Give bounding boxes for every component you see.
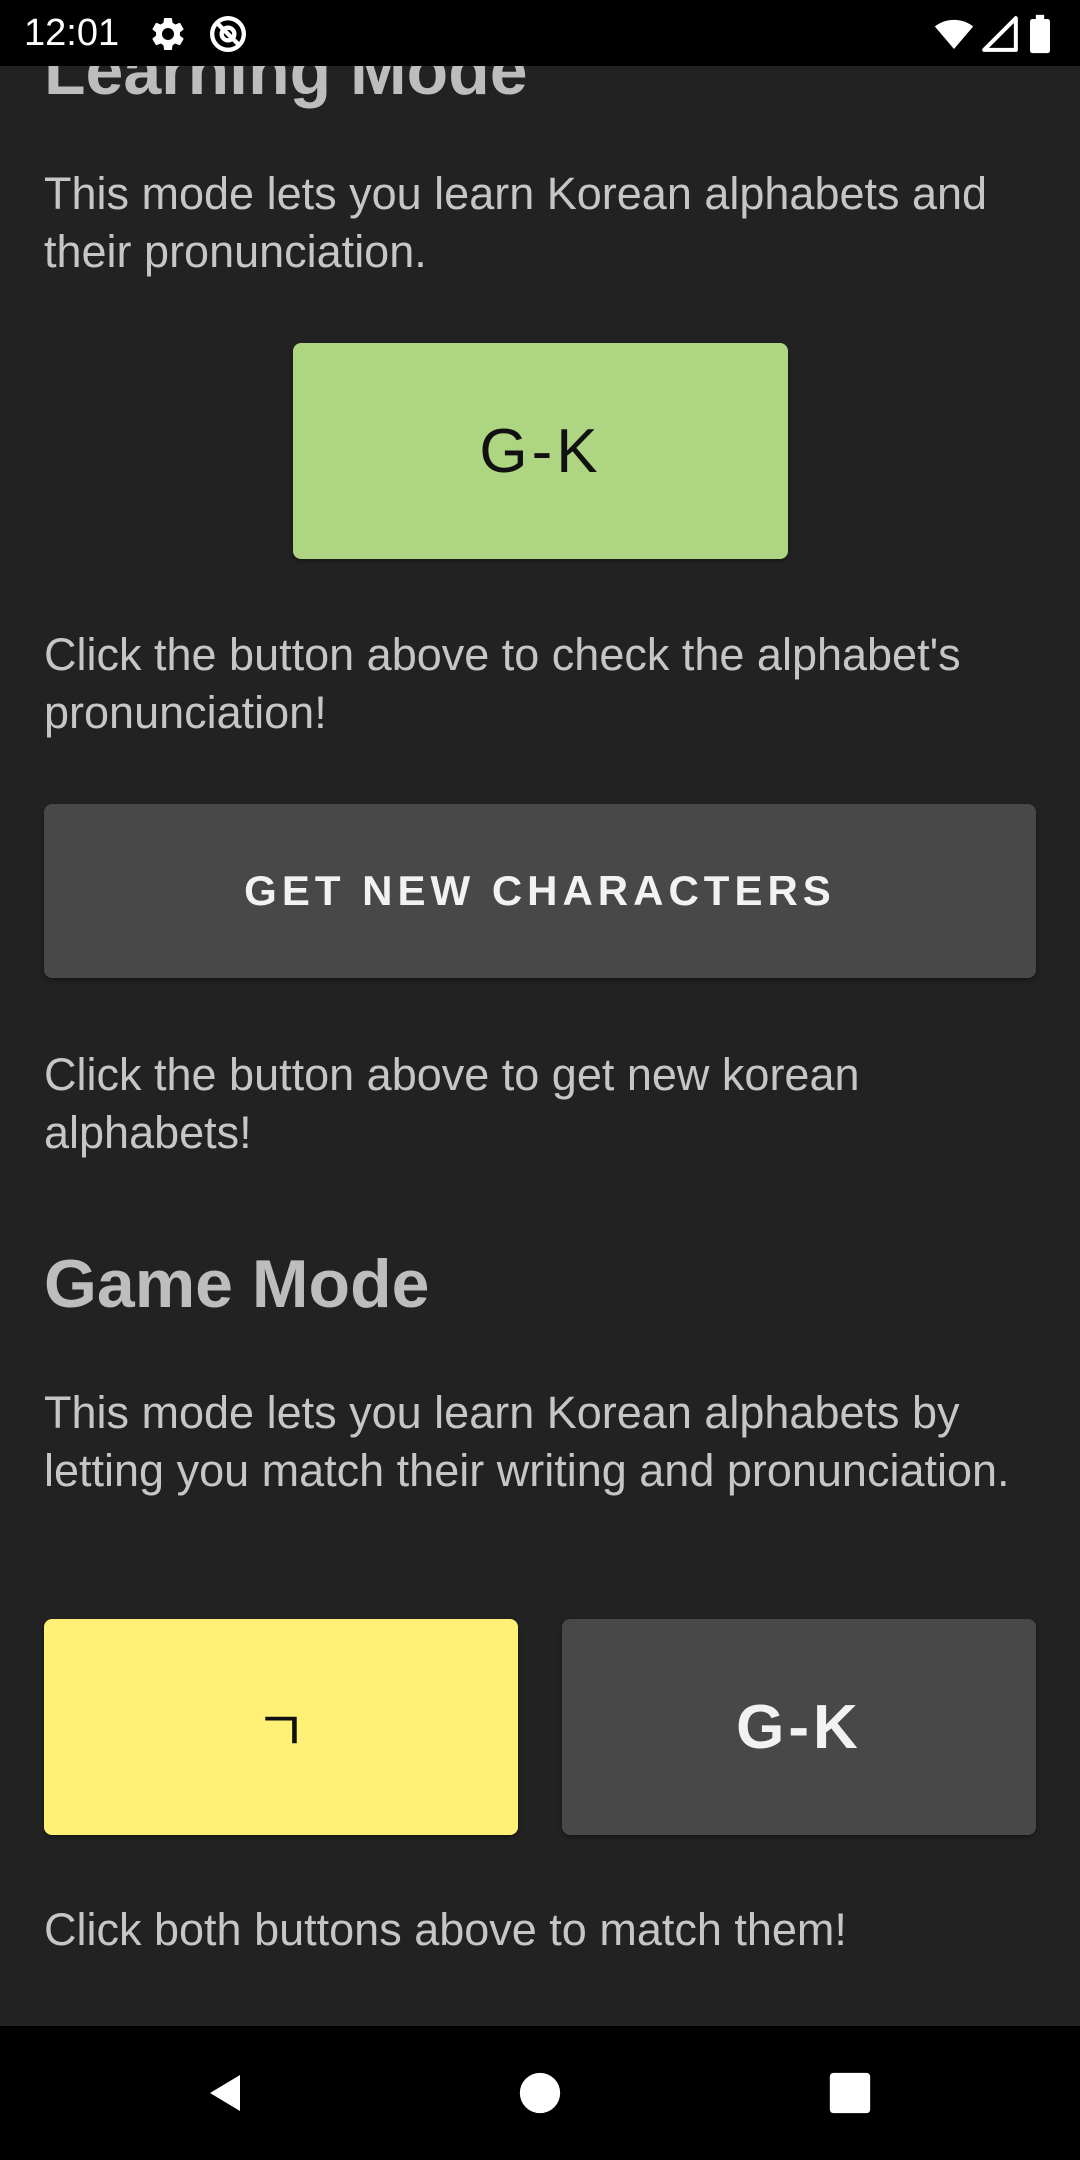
game-mode-title: Game Mode: [44, 1246, 430, 1322]
gear-icon: [148, 14, 188, 54]
battery-icon: [1027, 14, 1053, 54]
korean-character-button[interactable]: ㄱ: [44, 1619, 518, 1835]
match-hint: Click both buttons above to match them!: [44, 1904, 847, 1955]
status-time: 12:01: [24, 12, 120, 54]
game-pronunciation-button[interactable]: G-K: [562, 1619, 1036, 1835]
get-new-characters-button[interactable]: GET NEW CHARACTERS: [44, 804, 1036, 978]
main-content: Learning Mode This mode lets you learn K…: [0, 0, 1080, 2026]
game-mode-description: This mode lets you learn Korean alphabet…: [44, 1387, 1010, 1496]
learning-mode-description: This mode lets you learn Korean alphabet…: [44, 168, 988, 277]
at-sign-icon: [208, 14, 248, 54]
pronunciation-hint: Click the button above to check the alph…: [44, 629, 961, 738]
back-icon[interactable]: [186, 2053, 266, 2133]
home-icon[interactable]: [500, 2053, 580, 2133]
wifi-icon: [934, 14, 974, 54]
navigation-bar: [0, 2026, 1080, 2160]
pronunciation-button[interactable]: G-K: [293, 343, 788, 559]
new-characters-hint: Click the button above to get new korean…: [44, 1049, 860, 1158]
signal-icon: [980, 14, 1020, 54]
recents-icon[interactable]: [810, 2053, 890, 2133]
status-bar: 12:01: [0, 0, 1080, 66]
